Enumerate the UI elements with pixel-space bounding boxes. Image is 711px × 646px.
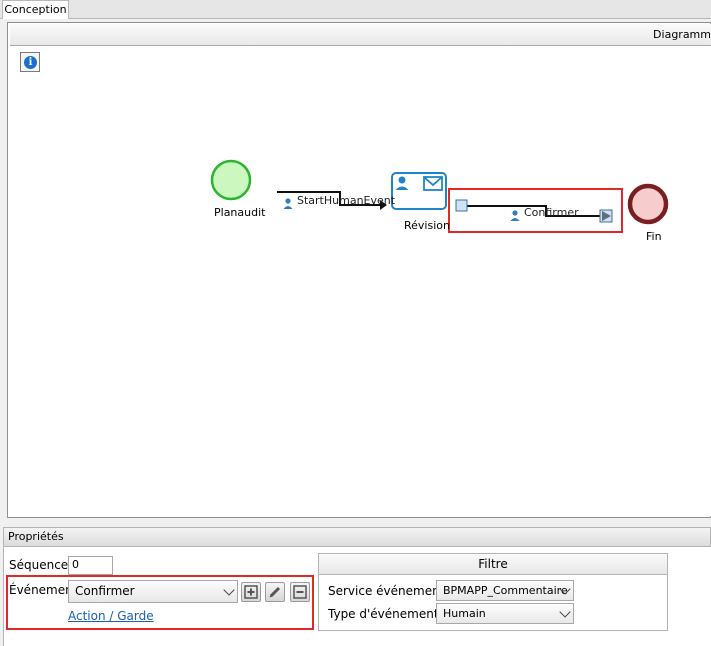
start-event-label: Planaudit	[214, 206, 266, 219]
flow-label-confirmer: Confirmer	[524, 206, 579, 219]
flow-label-start-human-event: StartHumanEvent	[297, 194, 396, 207]
chevron-down-icon	[223, 583, 235, 596]
sequence-input[interactable]: 0	[68, 556, 113, 575]
service-select-value: BPMAPP_Commentaire	[443, 584, 568, 597]
filter-title: Filtre	[318, 553, 668, 575]
start-event[interactable]	[210, 159, 252, 201]
chevron-down-icon	[559, 605, 571, 618]
task-label: Révision	[404, 219, 450, 232]
pencil-icon	[269, 586, 281, 598]
bpmn-diagram	[210, 159, 669, 233]
user-icon	[510, 210, 520, 221]
minus-icon	[293, 585, 307, 599]
event-type-select[interactable]: Humain	[436, 603, 574, 624]
add-event-button[interactable]	[241, 582, 261, 602]
envelope-icon	[423, 176, 443, 191]
sequence-label: Séquence	[9, 558, 69, 572]
end-event[interactable]	[627, 183, 669, 225]
event-type-select-value: Humain	[443, 607, 486, 620]
event-select-value: Confirmer	[75, 584, 135, 598]
remove-event-button[interactable]	[290, 582, 310, 602]
properties-header: Propriétés	[3, 527, 711, 547]
event-select[interactable]: Confirmer	[68, 580, 238, 603]
edit-event-button[interactable]	[265, 582, 285, 602]
end-event-label: Fin	[646, 230, 662, 243]
event-type-label: Type d'événement	[328, 607, 439, 621]
flow-target-handle[interactable]	[599, 209, 613, 223]
flow-source-handle[interactable]	[455, 199, 468, 212]
service-select[interactable]: BPMAPP_Commentaire	[436, 580, 574, 601]
user-icon	[283, 198, 293, 209]
action-guard-link[interactable]: Action / Garde	[68, 609, 154, 623]
plus-icon	[244, 585, 258, 599]
